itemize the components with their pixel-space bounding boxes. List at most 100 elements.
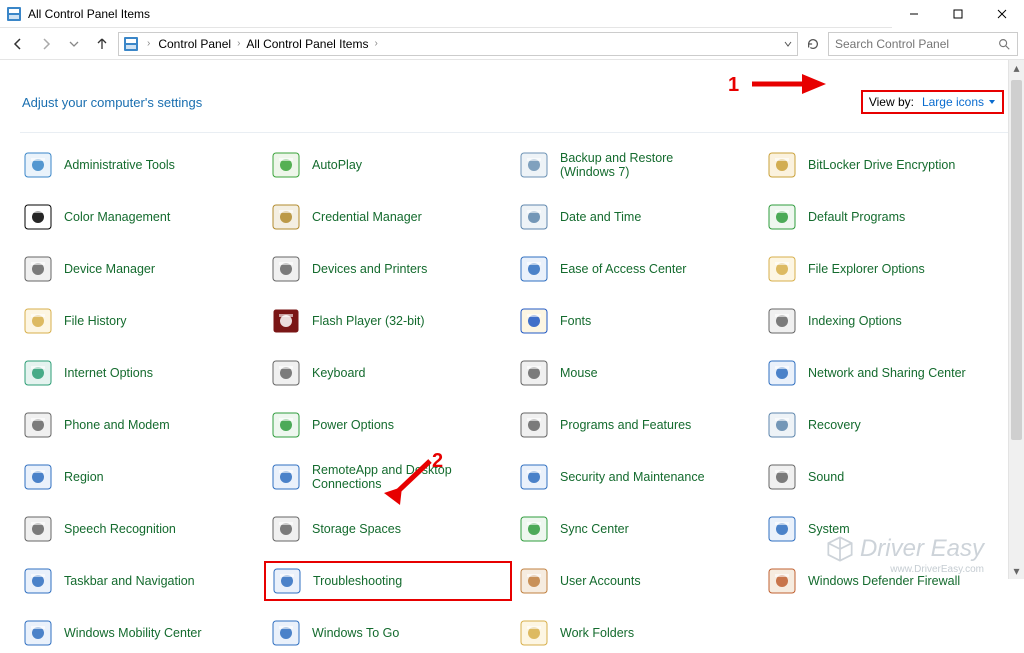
cp-item-internet-options[interactable]: Internet Options	[16, 353, 264, 393]
cp-item-troubleshooting[interactable]: Troubleshooting	[264, 561, 512, 601]
cp-item-recovery[interactable]: Recovery	[760, 405, 1008, 445]
sound-icon	[766, 461, 798, 493]
cp-item-label: Storage Spaces	[312, 522, 401, 536]
default-programs-icon	[766, 201, 798, 233]
cp-item-device-manager[interactable]: Device Manager	[16, 249, 264, 289]
chevron-down-icon[interactable]	[783, 39, 793, 49]
network-sharing-icon	[766, 357, 798, 389]
cp-item-credential-manager[interactable]: Credential Manager	[264, 197, 512, 237]
cp-item-label: Speech Recognition	[64, 522, 176, 536]
cp-item-label: Sound	[808, 470, 844, 484]
cp-item-admin-tools[interactable]: Administrative Tools	[16, 145, 264, 185]
scroll-down-button[interactable]: ▾	[1009, 563, 1024, 579]
cp-item-label: Fonts	[560, 314, 591, 328]
cp-item-date-time[interactable]: Date and Time	[512, 197, 760, 237]
cp-item-flash-player[interactable]: Flash Player (32-bit)	[264, 301, 512, 341]
cp-item-label: Mouse	[560, 366, 598, 380]
cp-item-storage-spaces[interactable]: Storage Spaces	[264, 509, 512, 549]
cp-item-color-management[interactable]: Color Management	[16, 197, 264, 237]
cp-item-label: Ease of Access Center	[560, 262, 686, 276]
view-by-value[interactable]: Large icons	[922, 95, 996, 109]
cp-item-region[interactable]: Region	[16, 457, 264, 497]
backup-restore-icon	[518, 149, 550, 181]
search-input[interactable]	[835, 37, 985, 51]
programs-features-icon	[518, 409, 550, 441]
cp-item-system[interactable]: System	[760, 509, 1008, 549]
storage-spaces-icon	[270, 513, 302, 545]
cp-item-indexing-options[interactable]: Indexing Options	[760, 301, 1008, 341]
close-button[interactable]	[980, 0, 1024, 28]
cp-item-phone-modem[interactable]: Phone and Modem	[16, 405, 264, 445]
flash-player-icon	[270, 305, 302, 337]
cp-item-label: Windows Defender Firewall	[808, 574, 960, 588]
refresh-button[interactable]	[802, 33, 824, 55]
scrollbar-thumb[interactable]	[1011, 80, 1022, 440]
cp-item-autoplay[interactable]: AutoPlay	[264, 145, 512, 185]
cp-item-ease-of-access[interactable]: Ease of Access Center	[512, 249, 760, 289]
cp-item-label: Network and Sharing Center	[808, 366, 966, 380]
cp-item-label: Color Management	[64, 210, 170, 224]
cp-item-work-folders[interactable]: Work Folders	[512, 613, 760, 653]
cp-item-label: Device Manager	[64, 262, 155, 276]
cp-item-sound[interactable]: Sound	[760, 457, 1008, 497]
cp-item-network-sharing[interactable]: Network and Sharing Center	[760, 353, 1008, 393]
maximize-button[interactable]	[936, 0, 980, 28]
scroll-up-button[interactable]: ▴	[1009, 60, 1024, 76]
cp-item-label: RemoteApp and Desktop Connections	[312, 463, 472, 491]
cp-item-backup-restore[interactable]: Backup and Restore (Windows 7)	[512, 145, 760, 185]
cp-item-label: Devices and Printers	[312, 262, 427, 276]
ease-of-access-icon	[518, 253, 550, 285]
view-by-selector[interactable]: View by: Large icons	[861, 90, 1004, 114]
vertical-scrollbar[interactable]: ▴ ▾	[1008, 60, 1024, 579]
cp-item-devices-printers[interactable]: Devices and Printers	[264, 249, 512, 289]
cp-item-keyboard[interactable]: Keyboard	[264, 353, 512, 393]
address-bar[interactable]: › Control Panel › All Control Panel Item…	[118, 32, 798, 56]
breadcrumb-root[interactable]: Control Panel	[158, 37, 231, 51]
troubleshooting-icon	[271, 565, 303, 597]
cp-item-windows-to-go[interactable]: Windows To Go	[264, 613, 512, 653]
cp-item-bitlocker[interactable]: BitLocker Drive Encryption	[760, 145, 1008, 185]
cp-item-label: Indexing Options	[808, 314, 902, 328]
control-panel-icon	[123, 36, 139, 52]
cp-item-security-maintenance[interactable]: Security and Maintenance	[512, 457, 760, 497]
cp-item-fonts[interactable]: Fonts	[512, 301, 760, 341]
chevron-right-icon[interactable]: ›	[145, 38, 152, 49]
cp-item-label: Internet Options	[64, 366, 153, 380]
cp-item-label: Troubleshooting	[313, 574, 402, 588]
breadcrumb-current[interactable]: All Control Panel Items	[246, 37, 368, 51]
cp-item-programs-features[interactable]: Programs and Features	[512, 405, 760, 445]
region-icon	[22, 461, 54, 493]
cp-item-user-accounts[interactable]: User Accounts	[512, 561, 760, 601]
windows-to-go-icon	[270, 617, 302, 649]
back-button[interactable]	[6, 32, 30, 56]
cp-item-default-programs[interactable]: Default Programs	[760, 197, 1008, 237]
security-maintenance-icon	[518, 461, 550, 493]
color-management-icon	[22, 201, 54, 233]
cp-item-windows-mobility-center[interactable]: Windows Mobility Center	[16, 613, 264, 653]
cp-item-remoteapp[interactable]: RemoteApp and Desktop Connections	[264, 457, 512, 497]
minimize-button[interactable]	[892, 0, 936, 28]
navbar: › Control Panel › All Control Panel Item…	[0, 28, 1024, 60]
cp-item-file-history[interactable]: File History	[16, 301, 264, 341]
device-manager-icon	[22, 253, 54, 285]
cp-item-label: Power Options	[312, 418, 394, 432]
cp-item-label: Keyboard	[312, 366, 366, 380]
forward-button[interactable]	[34, 32, 58, 56]
chevron-right-icon[interactable]: ›	[235, 38, 242, 49]
sync-center-icon	[518, 513, 550, 545]
cp-item-windows-defender-firewall[interactable]: Windows Defender Firewall	[760, 561, 1008, 601]
cp-item-power-options[interactable]: Power Options	[264, 405, 512, 445]
recent-locations-button[interactable]	[62, 32, 86, 56]
cp-item-label: System	[808, 522, 850, 536]
chevron-right-icon[interactable]: ›	[372, 38, 379, 49]
up-button[interactable]	[90, 32, 114, 56]
cp-item-label: Sync Center	[560, 522, 629, 536]
cp-item-speech-recognition[interactable]: Speech Recognition	[16, 509, 264, 549]
cp-item-mouse[interactable]: Mouse	[512, 353, 760, 393]
titlebar: All Control Panel Items	[0, 0, 1024, 28]
cp-item-file-explorer-options[interactable]: File Explorer Options	[760, 249, 1008, 289]
windows-mobility-center-icon	[22, 617, 54, 649]
search-box[interactable]	[828, 32, 1018, 56]
cp-item-sync-center[interactable]: Sync Center	[512, 509, 760, 549]
cp-item-taskbar-navigation[interactable]: Taskbar and Navigation	[16, 561, 264, 601]
